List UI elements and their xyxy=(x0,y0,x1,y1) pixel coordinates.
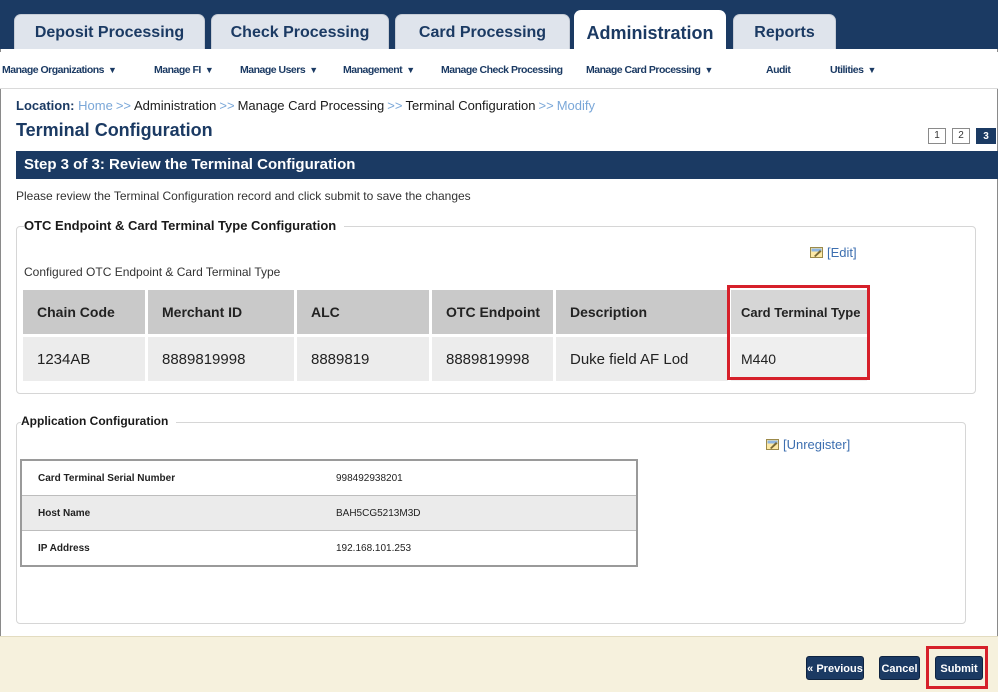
breadcrumb-terminal-configuration: Terminal Configuration xyxy=(405,98,536,113)
breadcrumb-separator: >> xyxy=(219,98,235,113)
step-1-box[interactable]: 1 xyxy=(928,128,946,144)
chevron-down-icon: ▼ xyxy=(406,65,415,75)
col-otc-endpoint: OTC Endpoint xyxy=(432,290,553,334)
highlight-submit xyxy=(926,646,988,689)
cell-chain-code: 1234AB xyxy=(23,334,145,381)
menu-label: Management xyxy=(343,64,403,76)
breadcrumb: Location: Home >> Administration >> Manage C… xyxy=(16,98,595,113)
unregister-link[interactable]: [Unregister] xyxy=(766,437,850,452)
location-label: Location: xyxy=(16,98,75,113)
main-tab-bar: Deposit Processing Check Processing Card… xyxy=(0,0,998,52)
menu-label: Manage Organizations xyxy=(2,64,105,76)
menu-label: Audit xyxy=(766,64,791,76)
row-key: Card Terminal Serial Number xyxy=(21,459,336,496)
app-config-table: Card Terminal Serial Number 998492938201… xyxy=(20,459,638,567)
chevron-down-icon: ▼ xyxy=(309,65,318,75)
chevron-down-icon: ▼ xyxy=(204,65,214,75)
edit-icon xyxy=(810,247,823,258)
table-row: Card Terminal Serial Number 998492938201 xyxy=(21,459,637,496)
table-row: Host Name BAH5CG5213M3D xyxy=(21,495,637,531)
edit-link[interactable]: [Edit] xyxy=(810,245,857,260)
menu-management[interactable]: Management ▼ xyxy=(343,64,415,76)
highlight-card-terminal-type xyxy=(727,285,870,380)
menu-manage-card-processing[interactable]: Manage Card Processing ▼ xyxy=(586,64,713,76)
tab-card-processing[interactable]: Card Processing xyxy=(395,14,570,49)
page-title: Terminal Configuration xyxy=(16,120,213,140)
row-value: BAH5CG5213M3D xyxy=(336,495,637,531)
menu-label: Utilities xyxy=(830,64,864,76)
step-2-box[interactable]: 2 xyxy=(952,128,970,144)
menu-manage-users[interactable]: Manage Users ▼ xyxy=(240,64,318,76)
cell-alc: 8889819 xyxy=(297,334,429,381)
previous-button[interactable]: « Previous xyxy=(806,656,864,680)
menu-audit[interactable]: Audit xyxy=(766,64,791,76)
tab-deposit-processing[interactable]: Deposit Processing xyxy=(14,14,205,49)
chevron-down-icon: ▼ xyxy=(704,65,713,75)
menu-label: Manage Users xyxy=(240,64,306,76)
cancel-button[interactable]: Cancel xyxy=(879,656,920,680)
breadcrumb-modify[interactable]: Modify xyxy=(557,98,595,113)
app-config-legend: Application Configuration xyxy=(21,414,177,428)
menu-manage-organizations[interactable]: Manage Organizations ▼ xyxy=(2,64,117,76)
menu-utilities[interactable]: Utilities ▼ xyxy=(830,64,876,76)
menu-manage-fi[interactable]: Manage FI ▼ xyxy=(154,64,214,76)
step-3-box: 3 xyxy=(976,128,996,144)
edit-label: [Edit] xyxy=(827,245,857,260)
otc-config-legend: OTC Endpoint & Card Terminal Type Config… xyxy=(24,218,345,233)
col-description: Description xyxy=(556,290,728,334)
breadcrumb-separator: >> xyxy=(538,98,554,113)
breadcrumb-separator: >> xyxy=(115,98,131,113)
chevron-down-icon: ▼ xyxy=(108,65,117,75)
admin-submenu: Manage Organizations ▼ Manage FI ▼ Manage … xyxy=(0,52,998,89)
col-merchant-id: Merchant ID xyxy=(148,290,294,334)
tab-administration[interactable]: Administration xyxy=(574,10,726,52)
row-key: IP Address xyxy=(21,530,336,566)
row-value: 998492938201 xyxy=(336,459,637,496)
breadcrumb-separator: >> xyxy=(387,98,403,113)
table-row: IP Address 192.168.101.253 xyxy=(21,530,637,566)
cell-merchant-id: 8889819998 xyxy=(148,334,294,381)
tab-check-processing[interactable]: Check Processing xyxy=(211,14,389,49)
col-alc: ALC xyxy=(297,290,429,334)
tab-reports[interactable]: Reports xyxy=(733,14,836,49)
step-header: Step 3 of 3: Review the Terminal Configu… xyxy=(16,151,998,179)
menu-manage-check-processing[interactable]: Manage Check Processing xyxy=(441,64,563,76)
menu-label: Manage FI xyxy=(154,64,201,76)
instructions-text: Please review the Terminal Configuration… xyxy=(16,189,471,203)
unregister-label: [Unregister] xyxy=(783,437,851,452)
otc-table-caption: Configured OTC Endpoint & Card Terminal … xyxy=(24,265,281,279)
breadcrumb-administration: Administration xyxy=(134,98,217,113)
cell-otc-endpoint: 8889819998 xyxy=(432,334,553,381)
row-value: 192.168.101.253 xyxy=(336,530,637,566)
breadcrumb-manage-card-processing: Manage Card Processing xyxy=(237,98,385,113)
cell-description: Duke field AF Lod xyxy=(556,334,728,381)
menu-label: Manage Check Processing xyxy=(441,64,563,76)
chevron-down-icon: ▼ xyxy=(867,65,876,75)
row-key: Host Name xyxy=(21,495,336,531)
breadcrumb-home[interactable]: Home xyxy=(78,98,113,113)
menu-label: Manage Card Processing xyxy=(586,64,701,76)
unregister-icon xyxy=(766,439,779,450)
col-chain-code: Chain Code xyxy=(23,290,145,334)
